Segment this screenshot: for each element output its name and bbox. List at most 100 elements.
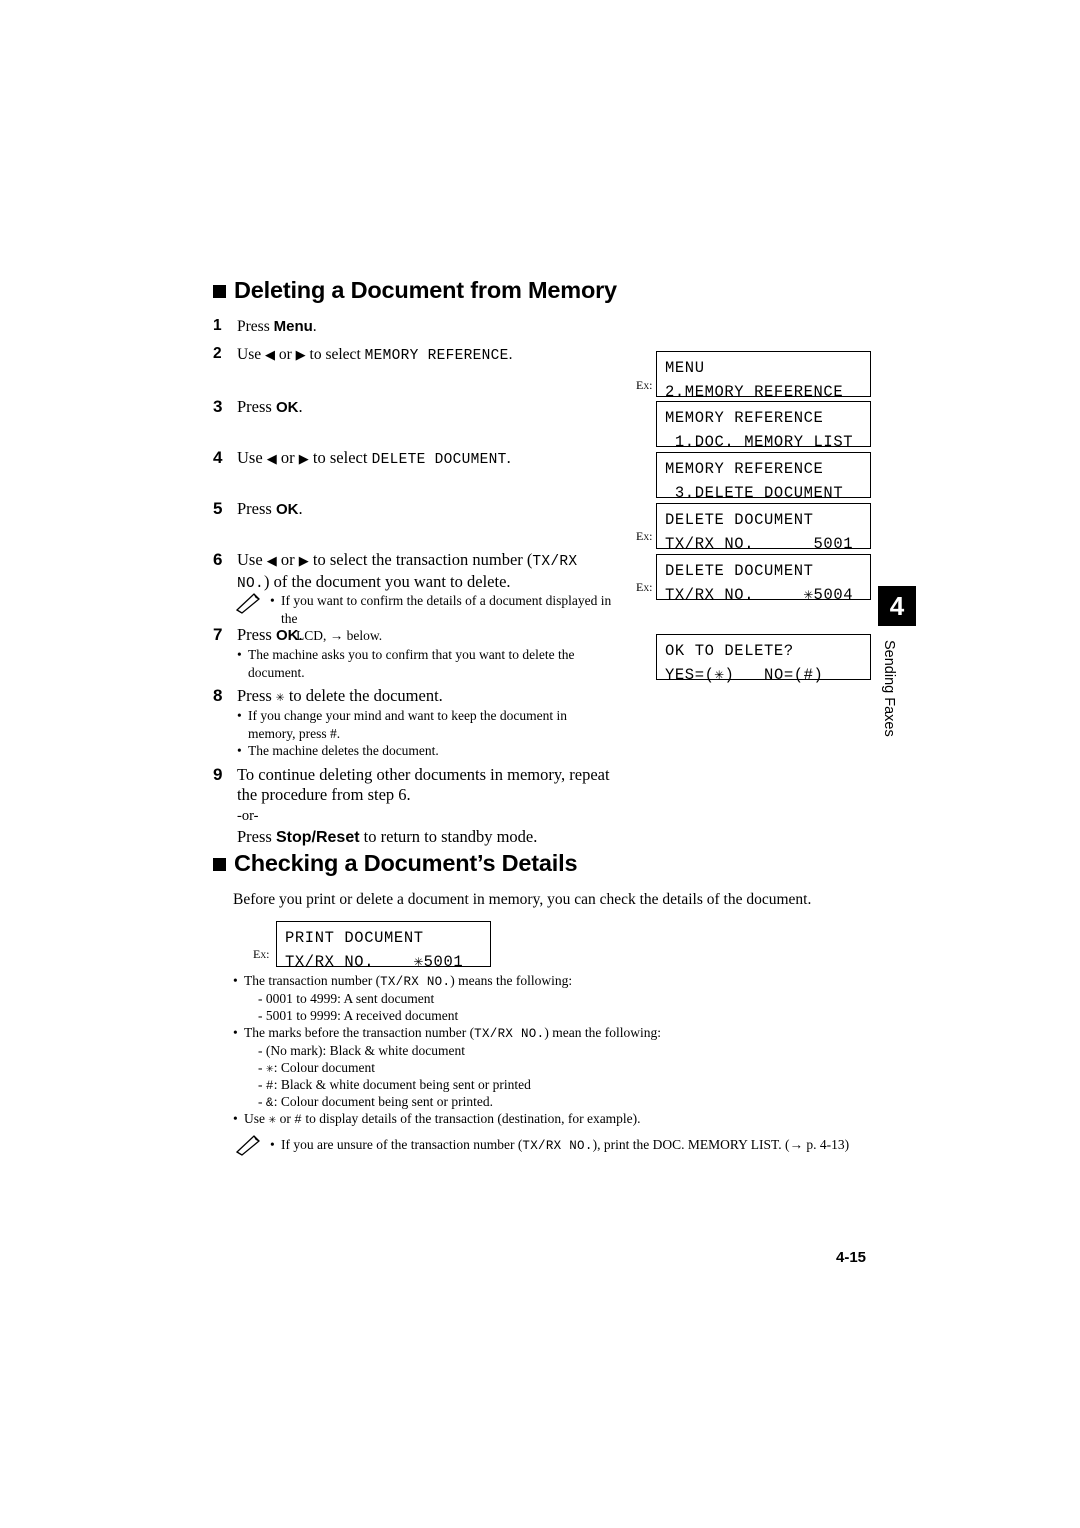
checking-bullet-3: • Use ✳ or # to display details of the t… [233,1110,873,1130]
note-3: • If you change your mind and want to ke… [237,707,617,742]
hash-key-icon-c3: # [294,1113,303,1127]
step-4-use: Use [237,448,267,467]
step-text-3: Press OK. [237,397,303,418]
step-number-4: 4 [213,448,223,467]
bullet-dot-nf: • [270,1137,275,1152]
lcd-2-line2: 1.DOC. MEMORY LIST [665,433,854,451]
step-text-6: Use ◀ or ▶ to select the transaction num… [237,550,607,594]
left-arrow-icon: ◀ [264,347,275,362]
lcd-screen-6: OK TO DELETE? YES=(✳) NO=(#) [656,634,871,684]
lcd-screen-4: DELETE DOCUMENT TX/RX NO. 5001 [656,503,871,553]
step-5-period: . [298,499,303,518]
note-1-line2: LCD, → below. [296,628,383,643]
right-arrow-icon-6: ▶ [298,553,309,568]
step-9-line2: the procedure from step 6. [237,785,411,804]
step-number-9: 9 [213,765,223,784]
lcd-screen-1: MENU 2.MEMORY REFERENCE [656,351,871,401]
heading-bullet-square-1 [213,285,226,298]
right-arrow-icon: ▶ [295,347,306,362]
step-9-press: Press [237,827,276,846]
left-arrow-icon-4: ◀ [266,451,277,466]
chapter-tab-number: 4 [878,586,916,626]
ok-key-label-3: OK [275,399,299,416]
step-4-period: . [506,448,511,467]
bullet-dot-n2: • [237,647,242,662]
bullet-dot-c1: • [233,973,238,988]
cb1-a: The transaction number ( [244,973,381,988]
cb1-b: ) means the following: [450,973,573,988]
cb1-mono: TX/RX NO. [380,975,451,989]
lcd-6-line1: OK TO DELETE? [665,642,794,660]
step-2-or: or [274,346,296,363]
bullet-dot-n1: • [270,593,275,608]
ex-label-7: Ex: [253,947,270,961]
step-4-value: DELETE DOCUMENT [371,452,507,468]
lcd-3-line2: 3.DELETE DOCUMENT [665,484,844,502]
note-final-text: If you are unsure of the transaction num… [281,1136,870,1156]
step-2-period: . [508,346,513,363]
lcd-4-line2: TX/RX NO. 5001 [665,535,854,553]
lcd-2-line1: MEMORY REFERENCE [665,409,824,427]
step-2-value: MEMORY REFERENCE [364,348,509,364]
lcd-4-line1: DELETE DOCUMENT [665,511,814,529]
lcd-7-line2: TX/RX NO. ✳5001 [285,953,464,971]
step-1-press: Press [237,318,274,335]
lcd-7-line1: PRINT DOCUMENT [285,929,424,947]
step-text-8: Press ✳ to delete the document. [237,686,443,708]
step-6-tail: ) of the document you want to delete. [264,572,511,591]
lcd-1-line2: 2.MEMORY REFERENCE [665,383,844,401]
step-1-period: . [312,318,317,335]
page-number: 4-15 [836,1249,867,1266]
checking-bullet-1-text: The transaction number (TX/RX NO.) means… [244,972,853,992]
note-2-line2: document. [248,664,305,680]
cb2-b: ) mean the following: [544,1025,661,1040]
checking-bullet-2: • The marks before the transaction numbe… [233,1024,853,1044]
ex-label-4: Ex: [636,529,653,543]
note-2: • The machine asks you to confirm that y… [237,646,617,681]
step-9-final: Press Stop/Reset to return to standby mo… [237,827,537,848]
cb2-a: The marks before the transaction number … [244,1025,475,1040]
bullet-dot-n4: • [237,743,242,758]
note-pencil-icon-1 [235,593,260,614]
note-4-line1: The machine deletes the document. [248,743,439,758]
ex-label-1: Ex: [636,378,653,392]
section-title-checking: Checking a Document’s Details [234,850,578,876]
step-6-select: to select the transaction number ( [308,550,533,569]
lcd-1-line1: MENU [665,359,705,377]
cb2-sub2-text: : Colour document [273,1060,375,1075]
lcd-3-line1: MEMORY REFERENCE [665,460,824,478]
checking-bullet-1-sub2: - 5001 to 9999: A received document [258,1008,459,1023]
step-3-press: Press [237,397,276,416]
checking-bullet-2-text: The marks before the transaction number … [244,1024,853,1044]
nf-mono: TX/RX NO. [522,1139,593,1153]
cb3-mid: or [276,1111,295,1126]
step-4-or: or [276,448,299,467]
colour-doc-mark-icon: ✳ [265,1062,274,1076]
bullet-dot-n3: • [237,708,242,723]
step-number-7: 7 [213,625,223,644]
step-text-4: Use ◀ or ▶ to select DELETE DOCUMENT. [237,448,511,470]
star-key-icon-8: ✳ [275,690,285,706]
step-9-line1: To continue deleting other documents in … [237,765,610,784]
step-8-press: Press [237,686,276,705]
step-text-1: Press Menu. [237,317,317,337]
step-number-5: 5 [213,499,223,518]
step-2-select: to select [305,346,365,363]
step-5-press: Press [237,499,276,518]
cb1-sub2-text: 5001 to 9999: A received document [265,1008,459,1023]
chapter-tab-label: Sending Faxes [881,640,897,737]
stop-reset-key-label: Stop/Reset [275,829,360,846]
cb2-mono: TX/RX NO. [474,1027,545,1041]
lcd-screen-5: DELETE DOCUMENT TX/RX NO. ✳5004 [656,554,871,604]
ok-key-label-5: OK [275,501,299,518]
step-9-tail: to return to standby mode. [359,827,538,846]
nf-b: ), print the DOC. MEMORY LIST. (→ p. 4-1… [592,1137,850,1152]
checking-intro: Before you print or delete a document in… [233,891,812,908]
checking-bullet-2-sub1: - (No mark): Black & white document [258,1043,465,1058]
cb3-b: to display details of the transaction (d… [302,1111,641,1126]
step-number-1: 1 [213,317,222,334]
lcd-6-line2: YES=(✳) NO=(#) [665,666,824,684]
step-7-press: Press [237,625,276,644]
menu-key-label: Menu [273,318,313,335]
lcd-screen-3: MEMORY REFERENCE 3.DELETE DOCUMENT [656,452,871,502]
